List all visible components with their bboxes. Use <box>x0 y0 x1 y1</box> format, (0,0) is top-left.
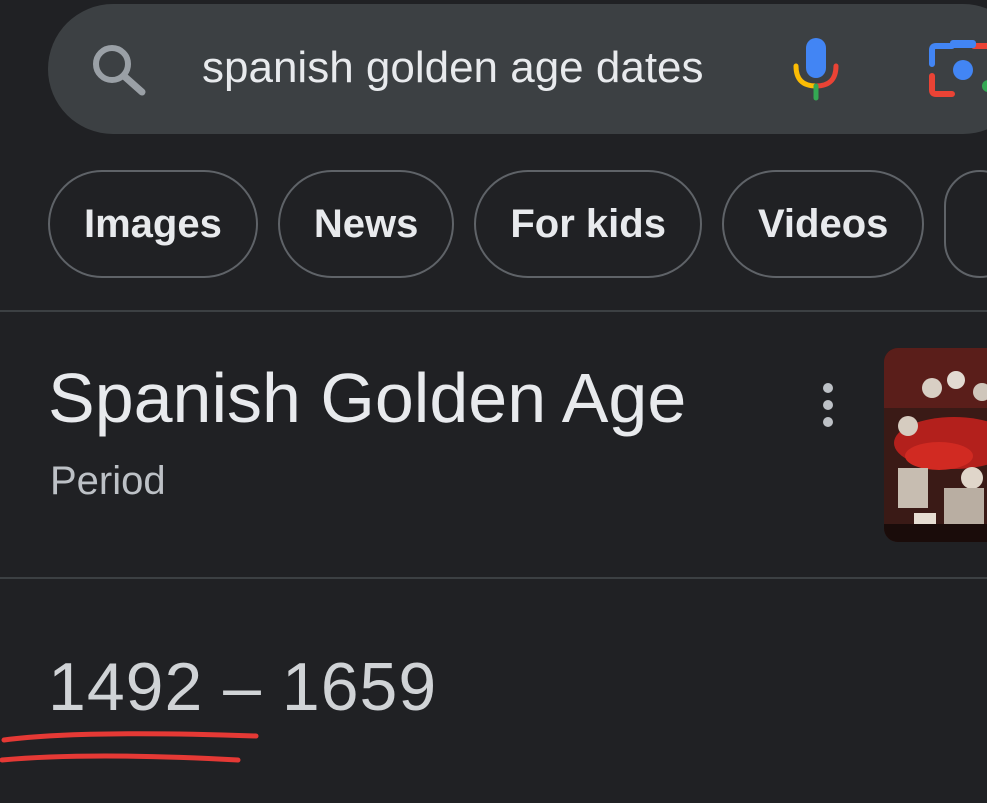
more-vert-icon[interactable] <box>814 380 842 430</box>
knowledge-panel-thumbnail[interactable] <box>884 348 987 542</box>
chip-news[interactable]: News <box>277 170 455 278</box>
search-icon[interactable] <box>88 40 152 100</box>
chip-for-kids[interactable]: For kids <box>474 170 702 278</box>
divider <box>0 577 987 579</box>
search-input[interactable]: spanish golden age dates <box>202 40 704 96</box>
chip-images[interactable]: Images <box>48 170 258 278</box>
chip-videos[interactable]: Videos <box>721 170 925 278</box>
red-annotation-underline <box>0 731 259 763</box>
search-results-page: spanish golden age dates Images News For… <box>0 0 987 803</box>
google-lens-icon[interactable] <box>928 40 987 100</box>
knowledge-panel-title: Spanish Golden Age <box>48 359 687 437</box>
search-filter-chips: Images News For kids Videos <box>48 170 987 278</box>
knowledge-panel-subtitle: Period <box>50 459 166 503</box>
divider <box>0 310 987 312</box>
date-range: 1492 – 1659 <box>48 649 438 725</box>
mic-icon[interactable] <box>790 36 842 102</box>
chip-more[interactable] <box>944 170 987 278</box>
